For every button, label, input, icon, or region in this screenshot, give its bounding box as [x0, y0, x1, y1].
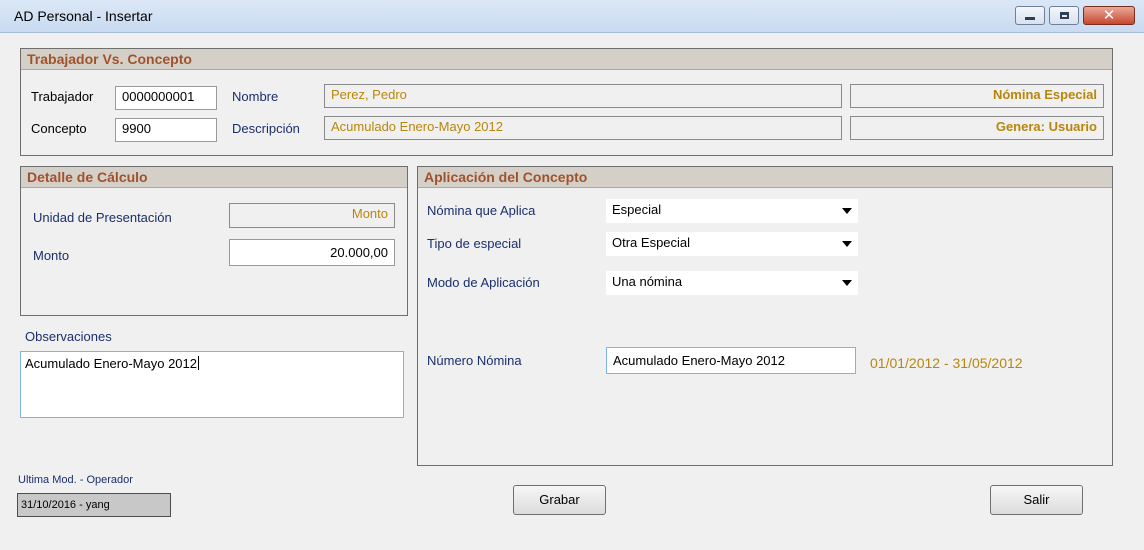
minimize-icon: [1025, 17, 1035, 20]
grabar-button[interactable]: Grabar: [513, 485, 606, 515]
nomina-especial-badge: Nómina Especial: [850, 84, 1104, 108]
dialog-window: AD Personal - Insertar ✕ Trabajador Vs. …: [0, 0, 1144, 550]
nombre-label: Nombre: [232, 89, 279, 104]
observaciones-text: Acumulado Enero-Mayo 2012: [25, 356, 197, 371]
nomina-aplica-value: Especial: [612, 202, 662, 217]
close-icon: ✕: [1102, 6, 1116, 24]
ultima-mod-label: Ultima Mod. - Operador: [18, 474, 133, 486]
chevron-down-icon: [842, 280, 852, 286]
detalle-calculo-header: Detalle de Cálculo: [21, 167, 407, 188]
nomina-aplica-select[interactable]: Especial: [606, 199, 858, 223]
trabajador-input[interactable]: 0000000001: [115, 86, 217, 110]
trabajador-concepto-header: Trabajador Vs. Concepto: [21, 49, 1112, 70]
window-title: AD Personal - Insertar: [14, 8, 153, 24]
concepto-input[interactable]: 9900: [115, 118, 217, 142]
genera-usuario-badge: Genera: Usuario: [850, 116, 1104, 140]
ultima-mod-field: 31/10/2016 - yang: [17, 493, 171, 517]
title-bar[interactable]: AD Personal - Insertar ✕: [0, 0, 1144, 33]
monto-label: Monto: [33, 248, 70, 263]
modo-aplicacion-select[interactable]: Una nómina: [606, 271, 858, 295]
tipo-especial-label: Tipo de especial: [427, 236, 522, 251]
unidad-presentacion-label: Unidad de Presentación: [33, 210, 172, 225]
minimize-button[interactable]: [1015, 6, 1045, 25]
modo-aplicacion-label: Modo de Aplicación: [427, 275, 540, 290]
numero-nomina-input[interactable]: Acumulado Enero-Mayo 2012: [606, 347, 856, 374]
chevron-down-icon: [842, 208, 852, 214]
unidad-presentacion-field: Monto: [229, 203, 395, 228]
descripcion-label: Descripción: [232, 121, 300, 136]
trabajador-label: Trabajador: [31, 89, 94, 104]
monto-input[interactable]: 20.000,00: [229, 239, 395, 266]
nomina-aplica-label: Nómina que Aplica: [427, 203, 536, 218]
maximize-button[interactable]: [1049, 6, 1079, 25]
observaciones-textarea[interactable]: Acumulado Enero-Mayo 2012: [20, 351, 404, 418]
aplicacion-concepto-header: Aplicación del Concepto: [418, 167, 1112, 188]
salir-button[interactable]: Salir: [990, 485, 1083, 515]
numero-nomina-label: Número Nómina: [427, 353, 522, 368]
descripcion-field: Acumulado Enero-Mayo 2012: [324, 116, 842, 140]
rango-fechas: 01/01/2012 - 31/05/2012: [870, 355, 1023, 371]
close-button[interactable]: ✕: [1083, 6, 1135, 25]
concepto-label: Concepto: [31, 121, 87, 136]
maximize-icon: [1059, 12, 1069, 19]
modo-aplicacion-value: Una nómina: [612, 274, 683, 289]
text-caret: [198, 356, 199, 370]
observaciones-label: Observaciones: [25, 329, 112, 344]
tipo-especial-value: Otra Especial: [612, 235, 691, 250]
tipo-especial-select[interactable]: Otra Especial: [606, 232, 858, 256]
chevron-down-icon: [842, 241, 852, 247]
nombre-field: Perez, Pedro: [324, 84, 842, 108]
